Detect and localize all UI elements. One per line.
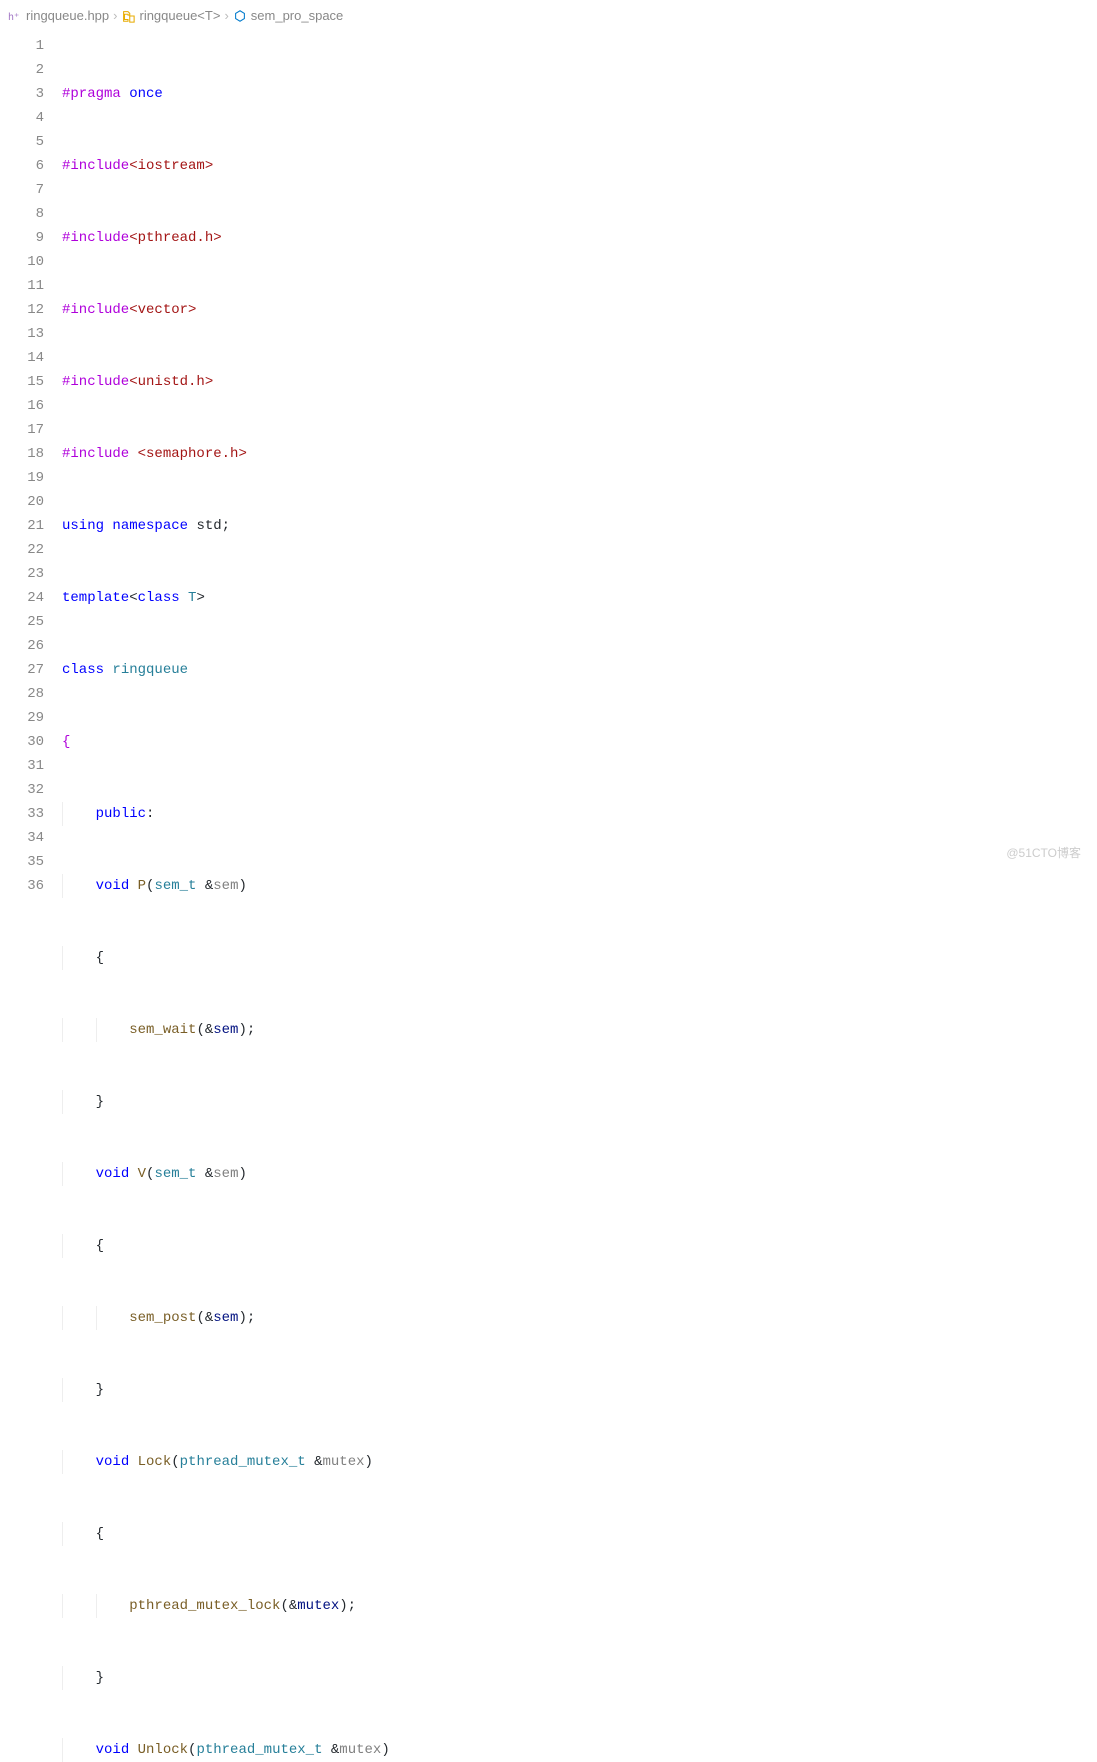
line-number: 6 — [0, 154, 44, 178]
line-number: 8 — [0, 202, 44, 226]
line-number: 34 — [0, 826, 44, 850]
breadcrumb-member[interactable]: sem_pro_space — [251, 4, 344, 28]
file-icon: h⁺ — [8, 9, 22, 23]
line-number: 12 — [0, 298, 44, 322]
line-number: 3 — [0, 82, 44, 106]
line-number: 33 — [0, 802, 44, 826]
line-number: 16 — [0, 394, 44, 418]
breadcrumb-class[interactable]: ringqueue<T> — [139, 4, 220, 28]
line-number: 19 — [0, 466, 44, 490]
line-number: 28 — [0, 682, 44, 706]
line-number: 13 — [0, 322, 44, 346]
line-number: 4 — [0, 106, 44, 130]
field-icon — [233, 9, 247, 23]
line-number: 15 — [0, 370, 44, 394]
class-icon — [121, 9, 135, 23]
line-number: 18 — [0, 442, 44, 466]
line-number: 22 — [0, 538, 44, 562]
line-number: 21 — [0, 514, 44, 538]
line-number: 20 — [0, 490, 44, 514]
line-number: 23 — [0, 562, 44, 586]
line-number: 14 — [0, 346, 44, 370]
line-number: 29 — [0, 706, 44, 730]
line-number: 31 — [0, 754, 44, 778]
line-number: 5 — [0, 130, 44, 154]
line-number: 10 — [0, 250, 44, 274]
line-number: 1 — [0, 34, 44, 58]
line-number: 30 — [0, 730, 44, 754]
line-number-gutter: 1234567891011121314151617181920212223242… — [0, 34, 62, 1762]
code-editor[interactable]: 1234567891011121314151617181920212223242… — [0, 32, 1097, 1762]
line-number: 27 — [0, 658, 44, 682]
chevron-right-icon: › — [224, 4, 228, 28]
line-number: 36 — [0, 874, 44, 898]
line-number: 24 — [0, 586, 44, 610]
line-number: 11 — [0, 274, 44, 298]
line-number: 32 — [0, 778, 44, 802]
line-number: 25 — [0, 610, 44, 634]
line-number: 35 — [0, 850, 44, 874]
svg-text:h⁺: h⁺ — [8, 12, 19, 23]
breadcrumb: h⁺ ringqueue.hpp › ringqueue<T> › sem_pr… — [0, 0, 1097, 32]
code-content[interactable]: #pragma once #include<iostream> #include… — [62, 34, 1097, 1762]
line-number: 7 — [0, 178, 44, 202]
line-number: 17 — [0, 418, 44, 442]
breadcrumb-file[interactable]: ringqueue.hpp — [26, 4, 109, 28]
line-number: 26 — [0, 634, 44, 658]
chevron-right-icon: › — [113, 4, 117, 28]
watermark: @51CTO博客 — [1006, 841, 1081, 865]
line-number: 2 — [0, 58, 44, 82]
line-number: 9 — [0, 226, 44, 250]
